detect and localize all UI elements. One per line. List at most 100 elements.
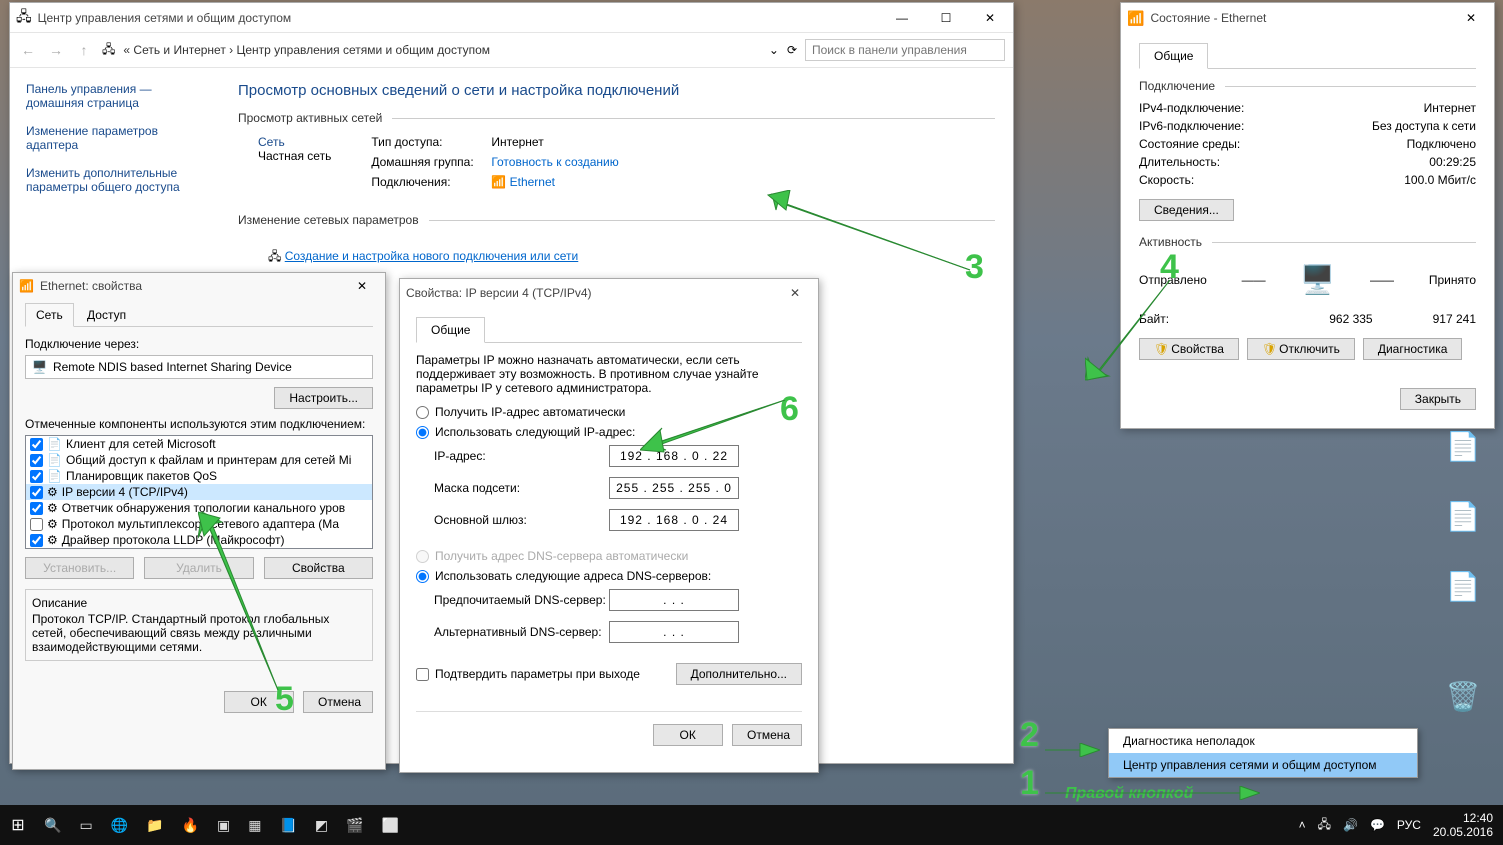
close-icon[interactable]: ✕ [778, 286, 812, 300]
subnet-mask-label: Маска подсети: [434, 481, 609, 495]
media-state-label: Состояние среды: [1139, 137, 1240, 151]
list-item-ipv4[interactable]: IP версии 4 (TCP/IPv4) [62, 485, 188, 499]
speed-label: Скорость: [1139, 173, 1194, 187]
list-item[interactable]: Ответчик обнаружения топологии канальног… [62, 501, 345, 515]
app-icon[interactable]: ◩ [315, 817, 328, 834]
ok-button[interactable]: ОК [653, 724, 723, 746]
sidebar-home[interactable]: Панель управления — домашняя страница [26, 82, 204, 110]
component-checkbox[interactable] [30, 518, 43, 531]
cancel-button[interactable]: Отмена [732, 724, 802, 746]
component-checkbox[interactable] [30, 438, 43, 451]
menu-diagnose[interactable]: Диагностика неполадок [1109, 729, 1417, 753]
radio-manual-dns-label: Использовать следующие адреса DNS-сервер… [435, 569, 711, 583]
ok-button[interactable]: ОК [224, 691, 294, 713]
access-type-label: Тип доступа: [371, 135, 491, 149]
menu-network-center[interactable]: Центр управления сетями и общим доступом [1109, 753, 1417, 777]
network-tray-icon[interactable]: 🖧 [1318, 815, 1331, 836]
component-checkbox[interactable] [30, 534, 43, 547]
sidebar-sharing-settings[interactable]: Изменить дополнительные параметры общего… [26, 166, 204, 194]
recycle-bin-icon[interactable]: 🗑️ [1443, 680, 1483, 730]
desktop-file-icon[interactable]: 📄 [1443, 430, 1483, 480]
component-checkbox[interactable] [30, 470, 43, 483]
chrome-icon[interactable]: 🌐 [111, 817, 128, 834]
forward-arrow-icon[interactable]: → [46, 42, 66, 58]
diagnose-button[interactable]: Диагностика [1363, 338, 1463, 360]
status-title: Состояние - Ethernet [1150, 11, 1266, 25]
film-icon[interactable]: 🎬 [346, 817, 363, 834]
close-icon[interactable]: ✕ [1454, 11, 1488, 25]
gateway-field[interactable]: 192 . 168 . 0 . 24 [609, 509, 739, 531]
desktop-file-icon[interactable]: 📄 [1443, 500, 1483, 550]
ethernet-link[interactable]: Ethernet [510, 175, 555, 189]
nc-titlebar[interactable]: 🖧 Центр управления сетями и общим доступ… [10, 3, 1013, 33]
sent-label: Отправлено [1139, 273, 1207, 287]
start-button[interactable]: ⊞ [0, 815, 36, 835]
tab-general[interactable]: Общие [1139, 43, 1208, 69]
tab-access[interactable]: Доступ [77, 304, 136, 326]
close-button[interactable]: Закрыть [1400, 388, 1476, 410]
component-checkbox[interactable] [30, 454, 43, 467]
language-indicator[interactable]: РУС [1397, 818, 1421, 832]
minimize-icon[interactable]: — [885, 11, 919, 25]
new-connection-link[interactable]: Создание и настройка нового подключения … [285, 249, 579, 263]
ip-address-field[interactable]: 192 . 168 . 0 . 22 [609, 445, 739, 467]
list-item[interactable]: Клиент для сетей Microsoft [66, 437, 216, 451]
component-checkbox[interactable] [30, 502, 43, 515]
dns2-field[interactable]: . . . [609, 621, 739, 643]
search-input[interactable] [805, 39, 1005, 61]
component-checkbox[interactable] [30, 486, 43, 499]
validate-checkbox[interactable] [416, 668, 429, 681]
components-list[interactable]: 📄Клиент для сетей Microsoft 📄Общий досту… [25, 435, 373, 549]
close-icon[interactable]: ✕ [345, 279, 379, 293]
radio-manual-ip[interactable] [416, 426, 429, 439]
volume-icon[interactable]: 🔊 [1343, 818, 1358, 832]
app-icon[interactable]: ▦ [248, 817, 261, 834]
close-icon[interactable]: ✕ [973, 11, 1007, 25]
list-item[interactable]: Планировщик пакетов QoS [66, 469, 217, 483]
word-icon[interactable]: 📘 [279, 817, 296, 834]
connections-label: Подключения: [371, 175, 491, 189]
subnet-mask-field[interactable]: 255 . 255 . 255 . 0 [609, 477, 739, 499]
dropdown-icon[interactable]: ⌄ [769, 43, 779, 57]
notifications-icon[interactable]: 💬 [1370, 818, 1385, 832]
configure-button[interactable]: Настроить... [274, 387, 373, 409]
app-icon[interactable]: ▣ [217, 817, 230, 834]
firefox-icon[interactable]: 🔥 [182, 817, 199, 834]
received-label: Принято [1429, 273, 1476, 287]
task-view-icon[interactable]: ▭ [79, 817, 92, 834]
maximize-icon[interactable]: ☐ [929, 11, 963, 25]
homegroup-link[interactable]: Готовность к созданию [491, 155, 618, 169]
component-properties-button[interactable]: Свойства [264, 557, 373, 579]
disable-button[interactable]: 🛡Отключить [1247, 338, 1355, 360]
sidebar-adapter-settings[interactable]: Изменение параметров адаптера [26, 124, 204, 152]
list-item[interactable]: Общий доступ к файлам и принтерам для се… [66, 453, 351, 467]
refresh-icon[interactable]: ⟳ [787, 43, 797, 57]
tab-general[interactable]: Общие [416, 317, 485, 343]
network-name: Сеть [258, 135, 331, 149]
back-arrow-icon[interactable]: ← [18, 42, 38, 58]
chevron-up-icon[interactable]: ˄ [1299, 818, 1306, 832]
search-icon[interactable]: 🔍 [44, 817, 61, 834]
homegroup-label: Домашняя группа: [371, 155, 491, 169]
explorer-icon[interactable]: 📁 [146, 817, 163, 834]
radio-manual-dns[interactable] [416, 570, 429, 583]
tab-network[interactable]: Сеть [25, 303, 74, 327]
nc-sidebar: Панель управления — домашняя страница Из… [10, 68, 220, 282]
dns2-label: Альтернативный DNS-сервер: [434, 625, 609, 639]
cancel-button[interactable]: Отмена [303, 691, 373, 713]
radio-auto-ip[interactable] [416, 406, 429, 419]
breadcrumb[interactable]: « Сеть и Интернет › Центр управления сет… [123, 43, 490, 57]
dns1-field[interactable]: . . . [609, 589, 739, 611]
list-item[interactable]: Протокол мультиплексора сетевого адаптер… [62, 517, 339, 531]
desktop-file-icon[interactable]: 📄 [1443, 570, 1483, 620]
app-icon[interactable]: ⬜ [382, 817, 399, 834]
description-header: Описание [32, 596, 366, 610]
properties-button[interactable]: 🛡Свойства [1139, 338, 1239, 360]
up-arrow-icon[interactable]: ↑ [74, 42, 94, 58]
clock[interactable]: 12:40 20.05.2016 [1433, 811, 1493, 840]
list-item[interactable]: Драйвер протокола LLDP (Майкрософт) [62, 533, 285, 547]
advanced-button[interactable]: Дополнительно... [676, 663, 802, 685]
gateway-label: Основной шлюз: [434, 513, 609, 527]
remove-button: Удалить [144, 557, 253, 579]
details-button[interactable]: Сведения... [1139, 199, 1234, 221]
